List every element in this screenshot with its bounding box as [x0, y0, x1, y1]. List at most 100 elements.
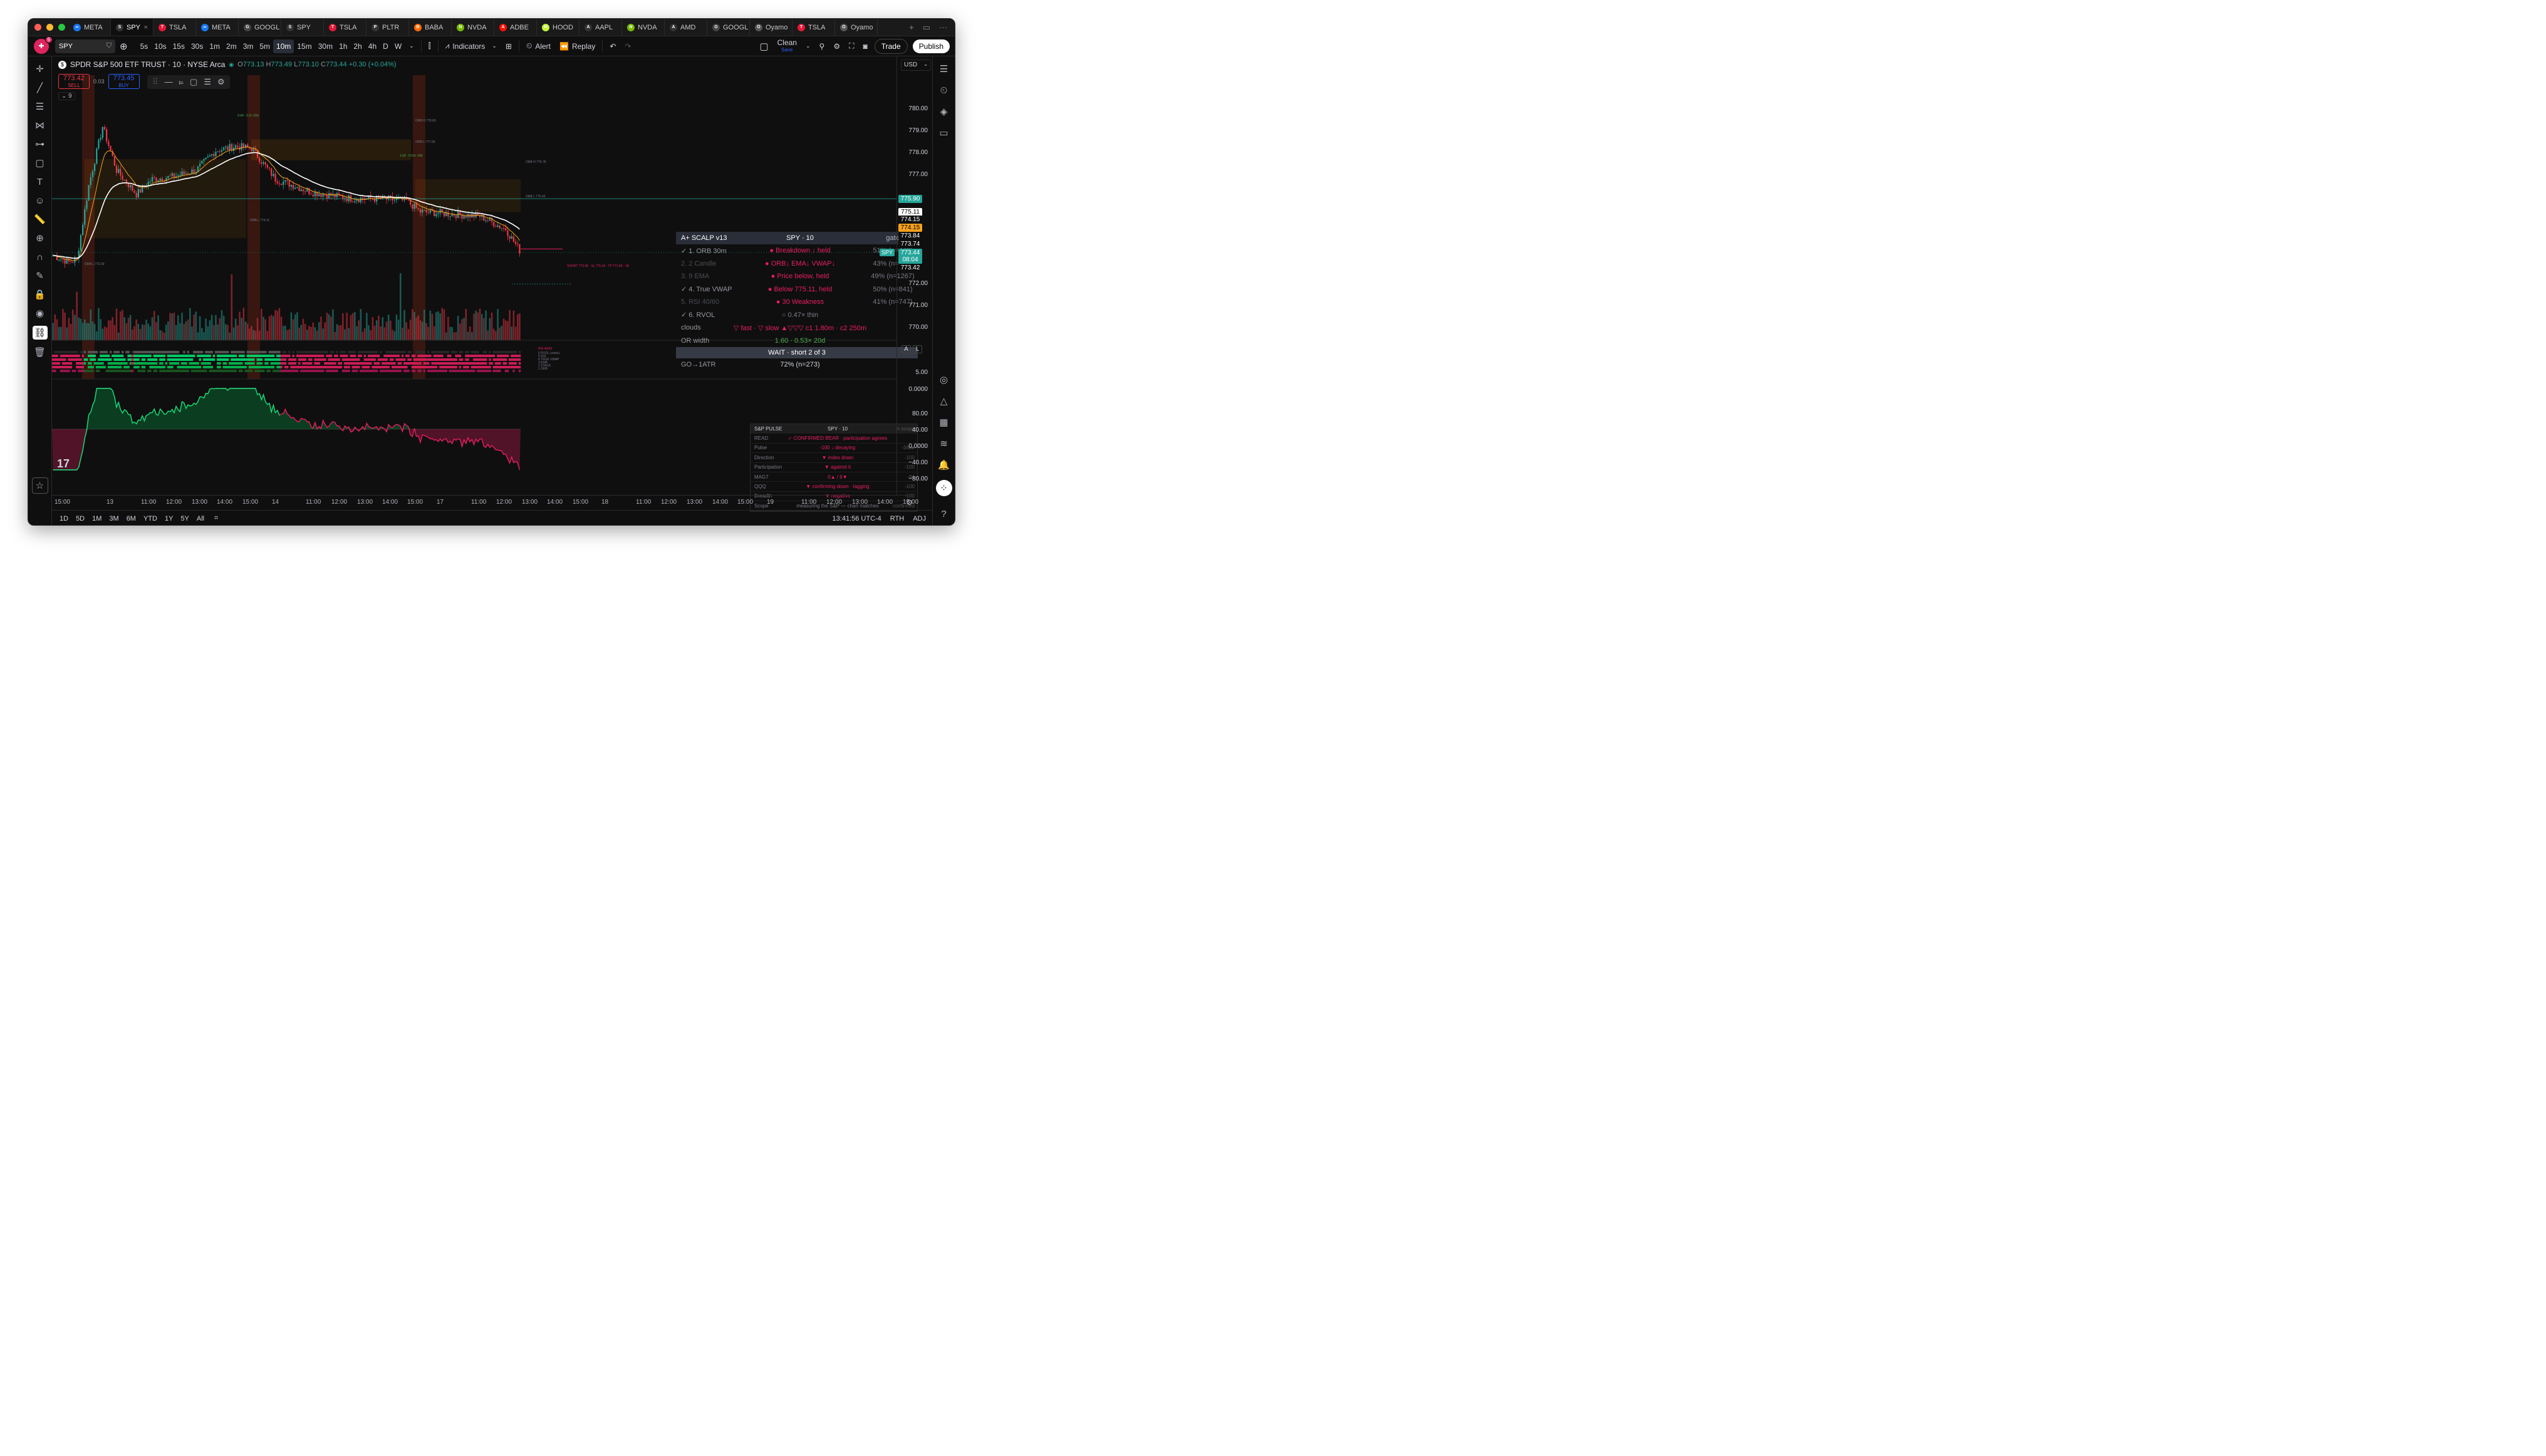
rectangle-icon[interactable]: ▢	[33, 157, 47, 169]
timeframe-3m[interactable]: 3m	[240, 39, 257, 53]
indicators-button[interactable]: ⩘ Indicators ⌄	[441, 41, 501, 51]
help-icon[interactable]: ?	[937, 507, 951, 520]
trendline-icon[interactable]: ╱	[33, 81, 47, 94]
tab-adbe[interactable]: A ADBE	[494, 19, 537, 36]
snapshot-button[interactable]: ◙	[858, 42, 871, 51]
lines-icon[interactable]: ☰	[204, 77, 211, 87]
minimize-window-button[interactable]	[46, 24, 53, 31]
calendar-icon[interactable]: ▦	[937, 416, 951, 429]
symbol-search[interactable]: SPY ⛉	[55, 39, 115, 53]
tab-googl[interactable]: G GOOGL	[239, 19, 281, 36]
alerts-clock-icon[interactable]: ⏲	[937, 84, 951, 96]
chat-icon[interactable]: ▭	[937, 127, 951, 139]
timeframe-2h[interactable]: 2h	[350, 39, 365, 53]
settings-button[interactable]: ⚙	[829, 42, 844, 51]
timeframe-4h[interactable]: 4h	[365, 39, 380, 53]
tab-googl[interactable]: G GOOGL	[707, 19, 750, 36]
notifications-icon[interactable]: 🔔	[937, 459, 951, 471]
alert-button[interactable]: ⏲ Alert	[522, 41, 555, 51]
emoji-icon[interactable]: ☺	[33, 194, 47, 207]
trade-button[interactable]: Trade	[874, 38, 908, 54]
range-all[interactable]: All	[193, 515, 208, 523]
timeframe-30m[interactable]: 30m	[315, 39, 336, 53]
timeframe-D[interactable]: D	[380, 39, 392, 53]
watchlist-icon[interactable]: ☰	[937, 63, 951, 75]
redo-button[interactable]: ↷	[620, 42, 635, 51]
tab-baba[interactable]: B BABA	[409, 19, 452, 36]
price-axis[interactable]: USD ⌄ 780.00 779.00 778.00 777.00 772.00 771.…	[880, 56, 935, 495]
new-tab-icon[interactable]: +	[909, 23, 914, 32]
tab-tsla[interactable]: T TSLA	[324, 19, 366, 36]
apps-icon[interactable]: ⁘	[935, 480, 952, 496]
layers-icon[interactable]: ◈	[937, 105, 951, 118]
layout-dropdown[interactable]: ⌄	[801, 43, 815, 49]
currency-select[interactable]: USD ⌄	[901, 60, 931, 71]
timeframe-10s[interactable]: 10s	[151, 39, 169, 53]
tab-nvda[interactable]: N NVDA	[452, 19, 494, 36]
zoom-window-button[interactable]	[58, 24, 65, 31]
pencil-lock-icon[interactable]: ✎	[33, 269, 47, 282]
drag-handle-icon[interactable]: ⠿	[152, 77, 158, 87]
fib-icon[interactable]: ☰	[33, 100, 47, 113]
chart-type-button[interactable]: ⫿	[424, 41, 435, 51]
timeframe-30s[interactable]: 30s	[188, 39, 206, 53]
close-window-button[interactable]	[34, 24, 41, 31]
text-icon[interactable]: T	[33, 175, 47, 188]
adjust-toggle[interactable]: ADJ	[913, 515, 926, 523]
tab-spy[interactable]: S SPY	[281, 19, 324, 36]
tab-amd[interactable]: A AMD	[665, 19, 707, 36]
timeframe-5s[interactable]: 5s	[137, 39, 152, 53]
goto-date-icon[interactable]: ⌗	[214, 514, 218, 523]
tab-tsla[interactable]: T TSLA	[792, 19, 835, 36]
zoom-icon[interactable]: ⊕	[33, 232, 47, 244]
crosshair-icon[interactable]: ✛	[33, 63, 47, 75]
range-1y[interactable]: 1Y	[161, 515, 177, 523]
publish-button[interactable]: Publish	[912, 39, 950, 53]
compare-button[interactable]: ⊕	[115, 41, 132, 52]
layout-name-button[interactable]: Clean Save	[773, 39, 801, 53]
close-tab-icon[interactable]: ×	[144, 24, 148, 31]
range-1m[interactable]: 1M	[88, 515, 105, 523]
magnet-icon[interactable]: ∩	[33, 251, 47, 263]
scale-a-button[interactable]: A	[901, 345, 911, 353]
tab-spy[interactable]: S SPY ×	[111, 19, 153, 36]
timeframe-15m[interactable]: 15m	[294, 39, 314, 53]
undo-button[interactable]: ↶	[605, 42, 620, 51]
timeframe-5m[interactable]: 5m	[256, 39, 273, 53]
timeframe-1m[interactable]: 1m	[206, 39, 223, 53]
ruler-icon[interactable]: 📏	[33, 213, 47, 226]
bar-pattern-icon[interactable]: ⫢	[179, 77, 184, 87]
streams-icon[interactable]: ≋	[937, 437, 951, 450]
timeframe-W[interactable]: W	[392, 39, 405, 53]
pattern-icon[interactable]: ⋈	[33, 119, 47, 132]
buy-button[interactable]: 773.45 BUY	[108, 74, 140, 89]
account-button[interactable]: ✚ 9	[34, 36, 53, 54]
range-1d[interactable]: 1D	[56, 515, 72, 523]
tab-pltr[interactable]: P PLTR	[366, 19, 409, 36]
horizontal-line-icon[interactable]: —	[165, 77, 173, 87]
more-icon[interactable]: ···	[939, 23, 947, 32]
star-icon[interactable]: ☆	[31, 477, 48, 494]
tab-meta[interactable]: ∞ META	[196, 19, 239, 36]
session-toggle[interactable]: RTH	[890, 515, 904, 523]
eye-icon[interactable]: ◉	[33, 307, 47, 320]
tab-oyamo[interactable]: O Oyamo	[750, 19, 792, 36]
timeframe-10m[interactable]: 10m	[273, 39, 294, 53]
indicators-collapse-button[interactable]: ⌄ 9	[58, 92, 75, 100]
timeframe-1h[interactable]: 1h	[336, 39, 350, 53]
timeframe-2m[interactable]: 2m	[223, 39, 240, 53]
tab-hood[interactable]: H HOOD	[537, 19, 579, 36]
range-5d[interactable]: 5D	[72, 515, 88, 523]
link-icon[interactable]: ⛓	[32, 326, 48, 340]
sell-button[interactable]: 773.42 SELL	[58, 74, 90, 89]
rectangle-icon[interactable]: ▢	[190, 77, 197, 87]
fullscreen-button[interactable]: ⛶	[844, 41, 858, 51]
time-axis[interactable]: ⚙ 15:00 13 11:00 12:00 13:00 14:00 15:00 14 11:0…	[52, 495, 918, 510]
timeframe-dropdown[interactable]: ⌄	[405, 43, 418, 49]
tab-tsla[interactable]: T TSLA	[153, 19, 196, 36]
timeframe-15s[interactable]: 15s	[170, 39, 188, 53]
tab-nvda[interactable]: N NVDA	[622, 19, 665, 36]
quick-search-button[interactable]: ⚲	[815, 42, 829, 51]
replay-button[interactable]: ⏪ Replay	[555, 42, 600, 51]
tab-oyamo[interactable]: O Oyamo	[835, 19, 878, 36]
